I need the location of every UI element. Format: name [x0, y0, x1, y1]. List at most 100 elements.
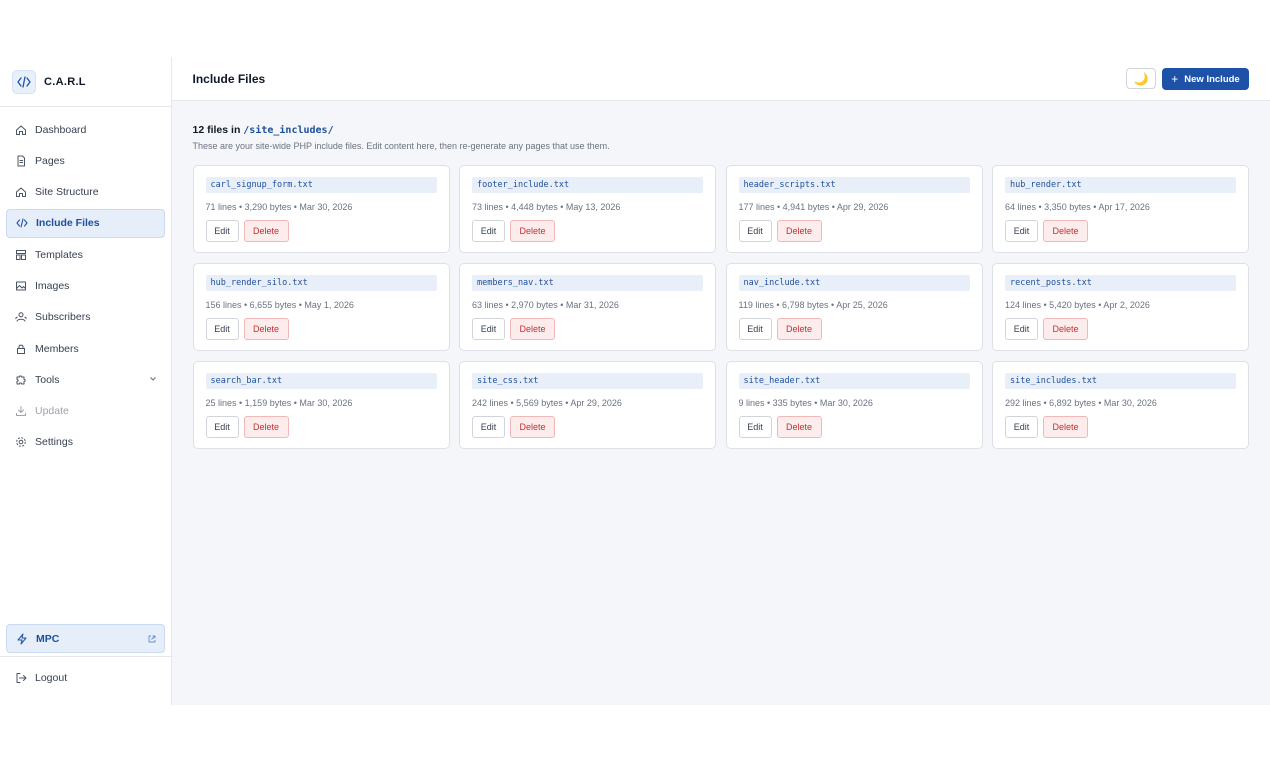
sidebar-item-members[interactable]: Members [6, 334, 165, 363]
summary-path: /site_includes/ [243, 125, 334, 136]
file-actions: Edit Delete [738, 220, 970, 242]
bolt-icon [16, 633, 28, 645]
file-icon [15, 155, 27, 167]
sidebar-item-include-files[interactable]: Include Files [6, 208, 165, 238]
delete-button[interactable]: Delete [510, 318, 555, 340]
edit-button[interactable]: Edit [472, 416, 505, 438]
sidebar-item-mpc[interactable]: MPC [6, 624, 165, 653]
edit-button[interactable]: Edit [205, 220, 239, 242]
edit-button[interactable]: Edit [1005, 318, 1038, 340]
summary-prefix: 12 files in [192, 124, 241, 136]
sidebar-item-label: Images [35, 279, 70, 292]
delete-button[interactable]: Delete [1043, 416, 1088, 438]
code-icon [16, 217, 28, 229]
sidebar: C.A.R.L Dashboard Pages Site Structure Incl… [0, 57, 172, 705]
file-meta: 156 lines • 6,655 bytes • May 1, 2026 [205, 300, 354, 310]
theme-toggle-button[interactable]: 🌙 [1126, 68, 1156, 89]
edit-button[interactable]: Edit [1005, 416, 1038, 438]
delete-button[interactable]: Delete [510, 220, 555, 242]
file-count-summary: 12 files in /site_includes/ [193, 124, 1250, 136]
file-actions: Edit Delete [738, 318, 970, 340]
sidebar-item-label: Include Files [36, 217, 100, 230]
edit-button[interactable]: Edit [205, 318, 239, 340]
file-meta: 119 lines • 6,798 bytes • Apr 25, 2026 [738, 300, 888, 310]
file-actions: Edit Delete [1005, 318, 1236, 340]
brand-name: C.A.R.L [44, 75, 86, 88]
sidebar-item-label: MPC [36, 632, 60, 645]
file-name: members_nav.txt [472, 275, 703, 291]
sidebar-item-dashboard[interactable]: Dashboard [6, 115, 165, 144]
download-icon [15, 405, 27, 417]
sidebar-item-settings[interactable]: Settings [6, 428, 165, 457]
edit-button[interactable]: Edit [472, 318, 505, 340]
edit-button[interactable]: Edit [205, 416, 239, 438]
code-icon [12, 69, 36, 94]
sidebar-item-label: Templates [35, 248, 83, 261]
file-actions: Edit Delete [205, 220, 437, 242]
sidebar-nav: Dashboard Pages Site Structure Include File… [0, 107, 171, 457]
file-actions: Edit Delete [472, 318, 703, 340]
file-card: carl_signup_form.txt 71 lines • 3,290 byt… [192, 165, 450, 253]
chevron-down-icon [149, 374, 157, 386]
delete-button[interactable]: Delete [776, 220, 822, 242]
delete-button[interactable]: Delete [243, 416, 289, 438]
sidebar-item-update[interactable]: Update [6, 397, 165, 426]
sidebar-item-tools[interactable]: Tools [6, 365, 165, 394]
delete-button[interactable]: Delete [1043, 220, 1088, 242]
page-title: Include Files [192, 71, 266, 86]
file-card: site_includes.txt 292 lines • 6,892 bytes… [992, 361, 1249, 449]
file-name: hub_render_silo.txt [205, 275, 437, 291]
file-card: site_css.txt 242 lines • 5,569 bytes • Ap… [459, 361, 716, 449]
edit-button[interactable]: Edit [738, 318, 772, 340]
delete-button[interactable]: Delete [510, 416, 555, 438]
sidebar-item-site-structure[interactable]: Site Structure [6, 178, 165, 207]
file-grid: carl_signup_form.txt 71 lines • 3,290 byt… [192, 165, 1249, 449]
delete-button[interactable]: Delete [243, 220, 289, 242]
logout-button[interactable]: Logout [6, 663, 165, 692]
file-actions: Edit Delete [205, 318, 437, 340]
file-meta: 25 lines • 1,159 bytes • Mar 30, 2026 [205, 398, 353, 408]
file-name: site_css.txt [472, 373, 703, 389]
delete-button[interactable]: Delete [1043, 318, 1088, 340]
file-card: members_nav.txt 63 lines • 2,970 bytes • … [459, 263, 716, 351]
sidebar-item-label: Pages [35, 154, 65, 167]
brand[interactable]: C.A.R.L [0, 57, 171, 107]
lock-icon [15, 343, 27, 355]
home-icon [15, 186, 27, 198]
sidebar-item-pages[interactable]: Pages [6, 146, 165, 175]
file-card: footer_include.txt 73 lines • 4,448 bytes… [459, 165, 716, 253]
file-actions: Edit Delete [1005, 416, 1236, 438]
content: 12 files in /site_includes/ These are yo… [172, 101, 1270, 449]
edit-button[interactable]: Edit [1005, 220, 1038, 242]
file-name: header_scripts.txt [738, 177, 970, 193]
file-name: search_bar.txt [205, 373, 437, 389]
file-name: footer_include.txt [472, 177, 703, 193]
page-description: These are your site-wide PHP include fil… [192, 141, 610, 151]
sidebar-item-subscribers[interactable]: Subscribers [6, 303, 165, 332]
file-name: recent_posts.txt [1005, 275, 1236, 291]
logout-label: Logout [35, 671, 68, 684]
sidebar-item-label: Members [35, 342, 79, 355]
edit-button[interactable]: Edit [472, 220, 505, 242]
edit-button[interactable]: Edit [738, 416, 772, 438]
file-actions: Edit Delete [472, 220, 703, 242]
file-actions: Edit Delete [205, 416, 437, 438]
logout-icon [15, 672, 27, 684]
sidebar-item-label: Subscribers [35, 311, 91, 324]
layout-icon [15, 249, 27, 261]
file-name: nav_include.txt [738, 275, 970, 291]
sidebar-item-templates[interactable]: Templates [6, 240, 165, 269]
sidebar-item-images[interactable]: Images [6, 271, 165, 300]
moon-icon: 🌙 [1133, 71, 1149, 86]
delete-button[interactable]: Delete [243, 318, 289, 340]
file-meta: 124 lines • 5,420 bytes • Apr 2, 2026 [1005, 300, 1150, 310]
file-card: search_bar.txt 25 lines • 1,159 bytes • M… [192, 361, 450, 449]
delete-button[interactable]: Delete [776, 318, 822, 340]
delete-button[interactable]: Delete [776, 416, 822, 438]
main-area: Include Files 🌙 + New Include 12 files i… [171, 57, 1270, 705]
edit-button[interactable]: Edit [738, 220, 772, 242]
top-bar: Include Files 🌙 + New Include [171, 57, 1270, 101]
file-actions: Edit Delete [472, 416, 703, 438]
file-meta: 177 lines • 4,941 bytes • Apr 29, 2026 [738, 202, 889, 212]
new-include-button[interactable]: + New Include [1162, 68, 1249, 90]
